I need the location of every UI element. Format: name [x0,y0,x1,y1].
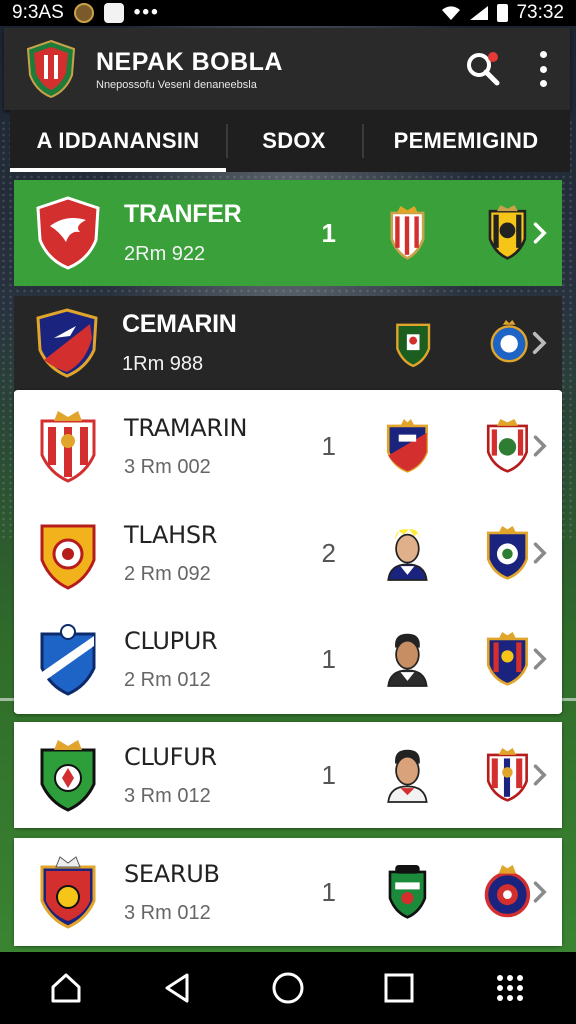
match-row[interactable]: TRAMARIN 3 Rm 002 1 [14,392,562,500]
chevron-right-icon [534,881,547,903]
player-avatar-icon [386,633,428,687]
match-name: CLUPUR [124,626,218,655]
home-team-crest-icon [386,418,428,473]
away-team-crest-icon [490,320,528,363]
green-crest-icon [40,740,96,812]
match-row[interactable]: SEARUB 3 Rm 012 1 [14,838,562,946]
match-score: 1 [321,643,336,674]
match-name: TRANFER [124,200,242,228]
player-avatar-icon [386,529,428,581]
away-team-crest-icon [487,525,529,580]
match-time: 3 Rm 002 [124,455,211,478]
away-team-crest-icon [487,631,529,686]
app-logo-crest-icon [26,39,76,99]
match-name: TLAHSR [124,520,218,549]
eagle-crest-icon [36,196,100,270]
circle-home-icon[interactable] [270,970,306,1006]
tab-sdox[interactable]: SDOX [226,110,362,172]
player-avatar-icon [386,749,428,803]
match-time: 3 Rm 012 [124,784,211,807]
away-team-crest-icon [489,205,527,260]
chevron-right-icon [533,331,547,355]
navy-red-crest-icon [36,308,98,378]
apps-grid-icon[interactable] [492,970,528,1006]
blue-crest-icon [40,624,96,696]
chevron-right-icon [534,435,547,457]
home-team-crest-icon [388,864,426,919]
app-title: NEPAK BOBLA [96,47,283,76]
red-white-striped-crest-icon [40,411,96,483]
status-time-left: 9:3AS [12,2,64,23]
match-time: 2 Rm 012 [124,668,211,691]
yellow-red-crest-icon [40,524,96,590]
notification-app-icon [73,3,94,23]
match-time: 2 Rm 092 [124,562,211,585]
more-options-button[interactable] [538,51,548,87]
home-team-crest-icon [395,323,430,368]
match-row[interactable]: TLAHSR 2 Rm 092 2 [14,500,562,606]
match-row[interactable]: CEMARIN 1Rm 988 [14,296,562,390]
match-time: 1Rm 988 [122,353,204,375]
wifi-icon [442,6,461,20]
app-subtitle: Nnepossofu Vesenl denaneebsla [96,78,257,91]
more-notifications-icon: ••• [133,2,160,23]
notification-image-icon [103,3,124,23]
match-name: CLUFUR [124,742,217,771]
signal-icon [470,6,489,20]
app-bar: NEPAK BOBLA Nnepossofu Vesenl denaneebsl… [4,28,570,110]
match-name: CEMARIN [122,310,237,338]
match-row[interactable]: TRANFER 2Rm 922 1 [14,180,562,286]
match-score: 2 [321,537,336,568]
more-vert-icon [539,51,547,58]
recents-icon[interactable] [381,970,417,1006]
match-name: SEARUB [124,859,220,888]
match-score: 1 [321,759,336,790]
home-icon[interactable] [48,970,84,1006]
match-name: TRAMARIN [124,413,248,442]
chevron-right-icon [534,764,547,786]
chevron-right-icon [534,222,547,244]
match-score: 1 [321,876,336,907]
system-nav-bar [0,952,576,1024]
back-icon[interactable] [159,970,195,1006]
match-row[interactable]: CLUFUR 3 Rm 012 1 [14,722,562,828]
tab-pememigind[interactable]: PEMEMIGIND [362,110,570,172]
match-score: 1 [321,217,336,248]
navy-red-shield-crest-icon [40,856,96,929]
notification-dot [488,52,498,62]
status-time-right: 73:32 [516,2,564,23]
match-time: 2Rm 922 [124,243,206,265]
away-team-crest-icon [487,418,529,473]
tab-bar: A IDDANANSIN SDOX PEMEMIGIND [10,110,570,172]
home-team-crest-icon [389,205,425,260]
match-score: 1 [321,430,336,461]
chevron-right-icon [534,542,547,564]
battery-icon [497,4,509,22]
status-bar: 9:3AS ••• 73:32 [0,0,576,26]
away-team-crest-icon [485,864,531,918]
chevron-right-icon [534,648,547,670]
search-button[interactable] [464,50,502,88]
tab-all[interactable]: A IDDANANSIN [10,110,226,172]
away-team-crest-icon [487,747,529,802]
match-row[interactable]: CLUPUR 2 Rm 012 1 [14,606,562,712]
match-time: 3 Rm 012 [124,901,211,924]
